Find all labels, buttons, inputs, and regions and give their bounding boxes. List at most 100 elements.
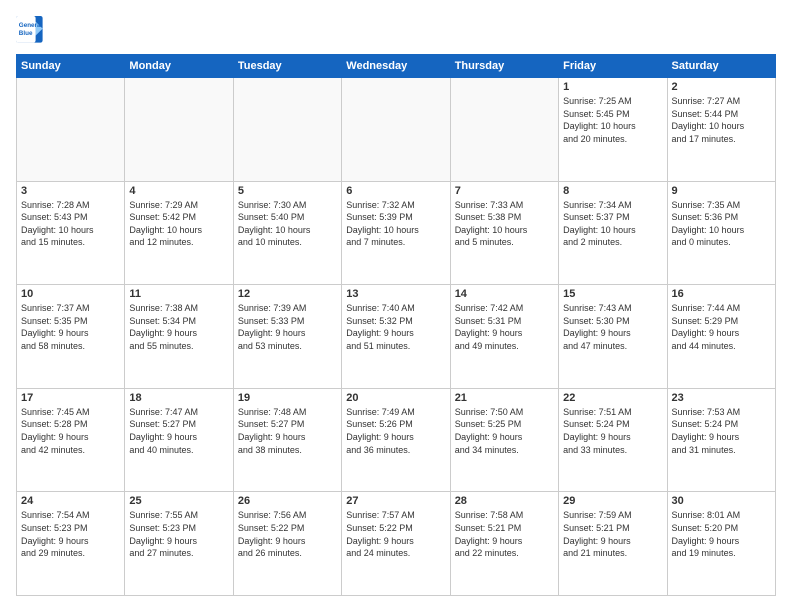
- weekday-header-saturday: Saturday: [667, 55, 775, 78]
- week-row-2: 3 Sunrise: 7:28 AM Sunset: 5:43 PM Daylig…: [17, 181, 776, 285]
- day-cell: 14 Sunrise: 7:42 AM Sunset: 5:31 PM Dayli…: [450, 285, 558, 389]
- day-info: Sunrise: 7:50 AM Sunset: 5:25 PM Dayligh…: [455, 406, 554, 456]
- day-number: 9: [672, 185, 771, 197]
- day-number: 22: [563, 392, 662, 404]
- day-number: 19: [238, 392, 337, 404]
- day-cell: 3 Sunrise: 7:28 AM Sunset: 5:43 PM Daylig…: [17, 181, 125, 285]
- weekday-header-friday: Friday: [559, 55, 667, 78]
- day-cell: 27 Sunrise: 7:57 AM Sunset: 5:22 PM Dayli…: [342, 492, 450, 596]
- day-number: 18: [129, 392, 228, 404]
- day-number: 11: [129, 288, 228, 300]
- day-info: Sunrise: 7:30 AM Sunset: 5:40 PM Dayligh…: [238, 199, 337, 249]
- day-info: Sunrise: 7:33 AM Sunset: 5:38 PM Dayligh…: [455, 199, 554, 249]
- day-info: Sunrise: 7:44 AM Sunset: 5:29 PM Dayligh…: [672, 302, 771, 352]
- day-number: 13: [346, 288, 445, 300]
- page: General Blue SundayMondayTuesdayWednesda…: [0, 0, 792, 612]
- day-cell: 8 Sunrise: 7:34 AM Sunset: 5:37 PM Daylig…: [559, 181, 667, 285]
- day-number: 6: [346, 185, 445, 197]
- day-info: Sunrise: 7:37 AM Sunset: 5:35 PM Dayligh…: [21, 302, 120, 352]
- calendar-body: 1Sunrise: 7:25 AM Sunset: 5:45 PM Daylig…: [17, 78, 776, 596]
- day-info: Sunrise: 7:40 AM Sunset: 5:32 PM Dayligh…: [346, 302, 445, 352]
- day-number: 26: [238, 495, 337, 507]
- day-cell: 16 Sunrise: 7:44 AM Sunset: 5:29 PM Dayli…: [667, 285, 775, 389]
- day-number: 28: [455, 495, 554, 507]
- day-number: 27: [346, 495, 445, 507]
- day-cell: 22 Sunrise: 7:51 AM Sunset: 5:24 PM Dayli…: [559, 388, 667, 492]
- day-cell: 1Sunrise: 7:25 AM Sunset: 5:45 PM Daylig…: [559, 78, 667, 182]
- weekday-header-thursday: Thursday: [450, 55, 558, 78]
- day-cell: 12 Sunrise: 7:39 AM Sunset: 5:33 PM Dayli…: [233, 285, 341, 389]
- day-cell: 21 Sunrise: 7:50 AM Sunset: 5:25 PM Dayli…: [450, 388, 558, 492]
- day-number: 10: [21, 288, 120, 300]
- day-cell: 26 Sunrise: 7:56 AM Sunset: 5:22 PM Dayli…: [233, 492, 341, 596]
- day-cell: [17, 78, 125, 182]
- day-info: Sunrise: 7:39 AM Sunset: 5:33 PM Dayligh…: [238, 302, 337, 352]
- day-cell: 11 Sunrise: 7:38 AM Sunset: 5:34 PM Dayli…: [125, 285, 233, 389]
- day-cell: 4Sunrise: 7:29 AM Sunset: 5:42 PM Daylig…: [125, 181, 233, 285]
- day-cell: 7 Sunrise: 7:33 AM Sunset: 5:38 PM Daylig…: [450, 181, 558, 285]
- day-cell: [233, 78, 341, 182]
- day-info: Sunrise: 7:51 AM Sunset: 5:24 PM Dayligh…: [563, 406, 662, 456]
- week-row-3: 10 Sunrise: 7:37 AM Sunset: 5:35 PM Dayli…: [17, 285, 776, 389]
- day-info: Sunrise: 7:54 AM Sunset: 5:23 PM Dayligh…: [21, 509, 120, 559]
- day-info: Sunrise: 7:59 AM Sunset: 5:21 PM Dayligh…: [563, 509, 662, 559]
- day-number: 7: [455, 185, 554, 197]
- day-number: 16: [672, 288, 771, 300]
- day-number: 30: [672, 495, 771, 507]
- day-info: Sunrise: 7:34 AM Sunset: 5:37 PM Dayligh…: [563, 199, 662, 249]
- day-number: 12: [238, 288, 337, 300]
- day-info: Sunrise: 7:35 AM Sunset: 5:36 PM Dayligh…: [672, 199, 771, 249]
- general-blue-icon: General Blue: [16, 16, 44, 44]
- day-info: Sunrise: 7:53 AM Sunset: 5:24 PM Dayligh…: [672, 406, 771, 456]
- week-row-1: 1Sunrise: 7:25 AM Sunset: 5:45 PM Daylig…: [17, 78, 776, 182]
- logo: General Blue: [16, 16, 44, 44]
- day-number: 2: [672, 81, 771, 93]
- day-cell: 17Sunrise: 7:45 AM Sunset: 5:28 PM Dayli…: [17, 388, 125, 492]
- day-number: 8: [563, 185, 662, 197]
- day-cell: 6 Sunrise: 7:32 AM Sunset: 5:39 PM Daylig…: [342, 181, 450, 285]
- day-info: Sunrise: 7:27 AM Sunset: 5:44 PM Dayligh…: [672, 95, 771, 145]
- calendar-table: SundayMondayTuesdayWednesdayThursdayFrid…: [16, 54, 776, 596]
- day-info: Sunrise: 7:56 AM Sunset: 5:22 PM Dayligh…: [238, 509, 337, 559]
- day-cell: 30 Sunrise: 8:01 AM Sunset: 5:20 PM Dayli…: [667, 492, 775, 596]
- day-number: 14: [455, 288, 554, 300]
- weekday-header-row: SundayMondayTuesdayWednesdayThursdayFrid…: [17, 55, 776, 78]
- day-info: Sunrise: 7:45 AM Sunset: 5:28 PM Dayligh…: [21, 406, 120, 456]
- day-cell: 15 Sunrise: 7:43 AM Sunset: 5:30 PM Dayli…: [559, 285, 667, 389]
- day-cell: 25Sunrise: 7:55 AM Sunset: 5:23 PM Dayli…: [125, 492, 233, 596]
- day-cell: 29 Sunrise: 7:59 AM Sunset: 5:21 PM Dayli…: [559, 492, 667, 596]
- day-number: 29: [563, 495, 662, 507]
- week-row-5: 24 Sunrise: 7:54 AM Sunset: 5:23 PM Dayli…: [17, 492, 776, 596]
- day-cell: 28Sunrise: 7:58 AM Sunset: 5:21 PM Dayli…: [450, 492, 558, 596]
- day-info: Sunrise: 7:28 AM Sunset: 5:43 PM Dayligh…: [21, 199, 120, 249]
- day-info: Sunrise: 7:48 AM Sunset: 5:27 PM Dayligh…: [238, 406, 337, 456]
- weekday-header-wednesday: Wednesday: [342, 55, 450, 78]
- day-number: 20: [346, 392, 445, 404]
- day-cell: [125, 78, 233, 182]
- day-cell: 19 Sunrise: 7:48 AM Sunset: 5:27 PM Dayli…: [233, 388, 341, 492]
- day-cell: [450, 78, 558, 182]
- day-number: 1: [563, 81, 662, 93]
- day-info: Sunrise: 8:01 AM Sunset: 5:20 PM Dayligh…: [672, 509, 771, 559]
- day-cell: 18Sunrise: 7:47 AM Sunset: 5:27 PM Dayli…: [125, 388, 233, 492]
- day-cell: 2 Sunrise: 7:27 AM Sunset: 5:44 PM Daylig…: [667, 78, 775, 182]
- day-info: Sunrise: 7:32 AM Sunset: 5:39 PM Dayligh…: [346, 199, 445, 249]
- weekday-header-tuesday: Tuesday: [233, 55, 341, 78]
- day-number: 21: [455, 392, 554, 404]
- day-cell: 23 Sunrise: 7:53 AM Sunset: 5:24 PM Dayli…: [667, 388, 775, 492]
- day-info: Sunrise: 7:38 AM Sunset: 5:34 PM Dayligh…: [129, 302, 228, 352]
- day-number: 15: [563, 288, 662, 300]
- day-number: 4: [129, 185, 228, 197]
- weekday-header-monday: Monday: [125, 55, 233, 78]
- day-info: Sunrise: 7:55 AM Sunset: 5:23 PM Dayligh…: [129, 509, 228, 559]
- day-number: 24: [21, 495, 120, 507]
- svg-text:General: General: [19, 22, 43, 29]
- day-info: Sunrise: 7:42 AM Sunset: 5:31 PM Dayligh…: [455, 302, 554, 352]
- day-info: Sunrise: 7:57 AM Sunset: 5:22 PM Dayligh…: [346, 509, 445, 559]
- day-number: 23: [672, 392, 771, 404]
- day-info: Sunrise: 7:43 AM Sunset: 5:30 PM Dayligh…: [563, 302, 662, 352]
- day-info: Sunrise: 7:49 AM Sunset: 5:26 PM Dayligh…: [346, 406, 445, 456]
- day-number: 3: [21, 185, 120, 197]
- weekday-header-sunday: Sunday: [17, 55, 125, 78]
- day-cell: 10 Sunrise: 7:37 AM Sunset: 5:35 PM Dayli…: [17, 285, 125, 389]
